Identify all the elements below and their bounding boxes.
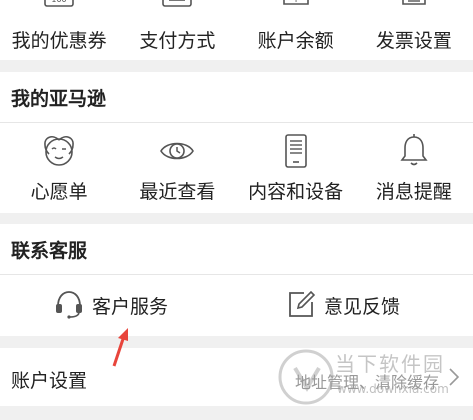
account-settings-label: 账户设置 xyxy=(11,370,88,392)
invoice-settings-label: 发票设置 xyxy=(375,30,452,52)
account-settings-row[interactable]: 账户设置 地址管理、清除缓存 xyxy=(0,348,473,406)
account-balance-label: 账户余额 xyxy=(257,30,334,52)
invoice-icon xyxy=(397,0,431,12)
feedback-label: 意见反馈 xyxy=(324,296,401,318)
feedback-edit-icon xyxy=(286,289,316,323)
notifications-button[interactable]: 消息提醒 xyxy=(355,123,473,213)
recently-viewed-button[interactable]: 最近查看 xyxy=(118,123,236,213)
content-devices-label: 内容和设备 xyxy=(248,181,344,203)
recently-viewed-label: 最近查看 xyxy=(139,181,216,203)
my-amazon-section-header: 我的亚马逊 xyxy=(0,72,473,122)
svg-text:¥: ¥ xyxy=(293,0,298,4)
payment-card-icon xyxy=(160,0,194,12)
account-settings-subtitle: 地址管理、清除缓存 xyxy=(294,373,439,392)
svg-text:100: 100 xyxy=(51,0,66,4)
wishlist-label: 心愿单 xyxy=(30,181,88,203)
feedback-button[interactable]: 意见反馈 xyxy=(286,275,400,336)
my-amazon-grid: 心愿单 最近查看 内容和设备 消息提醒 xyxy=(0,123,473,213)
annotation-arrow-icon xyxy=(108,326,130,374)
account-grid: 100 我的优惠券 支付方式 ¥ 账户余额 发票设置 xyxy=(0,0,473,60)
balance-icon: ¥ xyxy=(279,0,313,12)
customer-service-row: 客户服务 意见反馈 xyxy=(0,275,473,336)
chevron-right-icon xyxy=(449,368,460,390)
notifications-label: 消息提醒 xyxy=(375,181,452,203)
recently-viewed-eye-icon xyxy=(159,133,195,169)
bell-icon xyxy=(396,133,432,169)
payment-method-label: 支付方式 xyxy=(139,30,216,52)
customer-service-section-header: 联系客服 xyxy=(0,224,473,274)
my-amazon-title: 我的亚马逊 xyxy=(11,88,107,110)
wishlist-face-icon xyxy=(41,133,77,169)
coupon-icon: 100 xyxy=(42,0,76,12)
customer-service-title: 联系客服 xyxy=(11,240,88,262)
coupon-button[interactable]: 100 我的优惠券 xyxy=(0,0,118,60)
content-devices-button[interactable]: 内容和设备 xyxy=(237,123,355,213)
tablet-device-icon xyxy=(278,133,314,169)
coupon-label: 我的优惠券 xyxy=(11,30,107,52)
headset-icon xyxy=(54,289,84,323)
payment-method-button[interactable]: 支付方式 xyxy=(118,0,236,60)
wishlist-button[interactable]: 心愿单 xyxy=(0,123,118,213)
account-balance-button[interactable]: ¥ 账户余额 xyxy=(237,0,355,60)
customer-service-label: 客户服务 xyxy=(92,296,169,318)
invoice-settings-button[interactable]: 发票设置 xyxy=(355,0,473,60)
